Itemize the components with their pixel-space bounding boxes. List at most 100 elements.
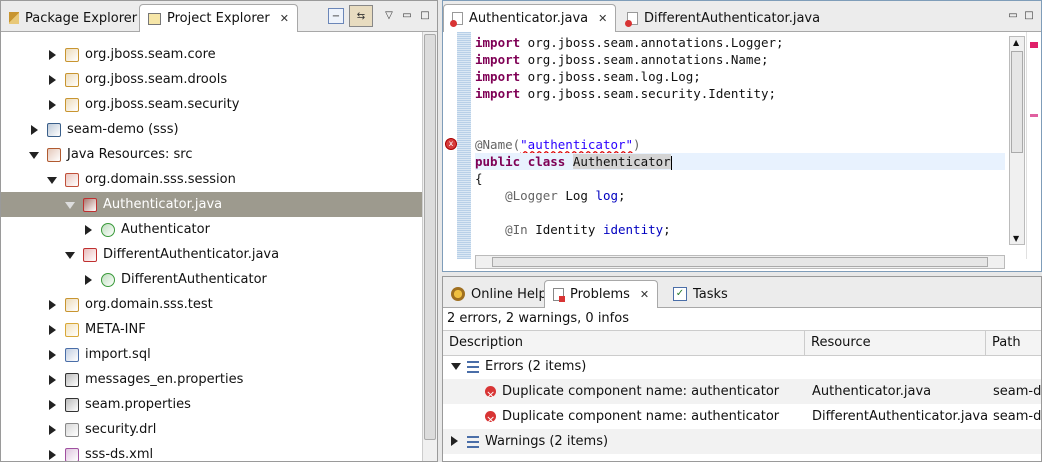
column-resource[interactable]: Resource: [805, 331, 986, 355]
tree-item[interactable]: org.jboss.seam.drools: [1, 67, 423, 92]
tree-scroll-thumb[interactable]: [424, 34, 436, 440]
collapsed-arrow-icon[interactable]: [29, 124, 39, 135]
package-icon: [65, 47, 79, 62]
properties-file-icon: [65, 372, 79, 387]
editor-scroll-thumb[interactable]: [1011, 51, 1023, 153]
collapsed-arrow-icon[interactable]: [47, 299, 57, 310]
tree-item[interactable]: Authenticator: [1, 217, 423, 242]
tree-item[interactable]: org.domain.sss.test: [1, 292, 423, 317]
close-icon[interactable]: ✕: [598, 12, 607, 25]
tab-problems[interactable]: Problems ✕: [544, 280, 659, 308]
text-file-icon: [65, 422, 79, 437]
tree-item[interactable]: DifferentAuthenticator: [1, 267, 423, 292]
tree-item-label: DifferentAuthenticator: [121, 272, 267, 287]
editor-horizontal-scrollbar[interactable]: [475, 255, 1005, 269]
package-icon: [65, 97, 79, 112]
project-icon: [47, 122, 61, 137]
tree-item[interactable]: seam.properties: [1, 392, 423, 417]
tree-item-label: org.jboss.seam.drools: [85, 72, 228, 87]
tree-item-label: import.sql: [85, 347, 151, 362]
tree-item[interactable]: Java Resources: src: [1, 142, 423, 167]
tree-item[interactable]: org.jboss.seam.security: [1, 92, 423, 117]
warnings-group-row[interactable]: Warnings (2 items): [443, 429, 1041, 454]
tree-item[interactable]: org.domain.sss.session: [1, 167, 423, 192]
collapse-arrow-icon[interactable]: [451, 436, 458, 446]
tree-item-label: Authenticator.java: [103, 197, 223, 212]
expanded-arrow-icon[interactable]: [65, 250, 75, 260]
tree-item[interactable]: META-INF: [1, 317, 423, 342]
collapsed-arrow-icon[interactable]: [47, 424, 57, 435]
tree-item-label: org.domain.sss.test: [85, 297, 213, 312]
maximize-icon[interactable]: □: [1021, 8, 1037, 24]
code-line: {: [475, 171, 483, 186]
error-icon: [485, 407, 496, 432]
view-menu-icon[interactable]: ▽: [381, 8, 397, 24]
editor-hscroll-thumb[interactable]: [492, 257, 988, 267]
tasks-icon: ✓: [673, 287, 687, 301]
tree-item[interactable]: sss-ds.xml: [1, 442, 423, 461]
editor-vertical-scrollbar[interactable]: ▲ ▼: [1009, 36, 1025, 245]
group-icon: [467, 360, 479, 373]
tree-item[interactable]: DifferentAuthenticator.java: [1, 242, 423, 267]
close-icon[interactable]: ✕: [280, 12, 289, 25]
scroll-down-icon[interactable]: ▼: [1013, 234, 1019, 243]
problem-row[interactable]: Duplicate component name: authenticator …: [443, 404, 1041, 432]
project-tree: org.jboss.seam.core org.jboss.seam.drools…: [1, 32, 423, 461]
problem-row[interactable]: Duplicate component name: authenticator …: [443, 379, 1041, 407]
expanded-arrow-icon[interactable]: [29, 150, 39, 160]
code-area[interactable]: import org.jboss.seam.annotations.Logger…: [475, 32, 1005, 247]
tab-package-explorer[interactable]: Package Explorer: [1, 5, 145, 31]
collapsed-arrow-icon[interactable]: [47, 324, 57, 335]
source-folder-icon: [47, 147, 61, 162]
java-editor: Authenticator.java ✕ DifferentAuthentica…: [442, 0, 1042, 272]
tab-online-help[interactable]: Online Help: [443, 281, 555, 307]
collapsed-arrow-icon[interactable]: [47, 74, 57, 85]
folder-icon: [65, 322, 79, 337]
minimize-icon[interactable]: ▭: [399, 8, 415, 24]
collapsed-arrow-icon[interactable]: [83, 274, 93, 285]
minimize-icon[interactable]: ▭: [1005, 8, 1021, 24]
tree-item[interactable]: seam-demo (sss): [1, 117, 423, 142]
tree-item[interactable]: security.drl: [1, 417, 423, 442]
tree-item[interactable]: import.sql: [1, 342, 423, 367]
collapsed-arrow-icon[interactable]: [47, 349, 57, 360]
maximize-icon[interactable]: □: [417, 8, 433, 24]
tab-authenticator-java[interactable]: Authenticator.java ✕: [443, 4, 617, 32]
collapsed-arrow-icon[interactable]: [47, 449, 57, 460]
collapse-all-icon[interactable]: −: [328, 8, 344, 24]
error-icon: [485, 382, 496, 407]
code-line-current: public class Authenticator: [475, 153, 1005, 170]
error-overview-mark[interactable]: [1030, 42, 1038, 48]
tab-project-explorer[interactable]: Project Explorer ✕: [139, 4, 298, 32]
column-path[interactable]: Path: [986, 331, 1041, 355]
column-description[interactable]: Description: [443, 331, 805, 355]
collapsed-arrow-icon[interactable]: [47, 99, 57, 110]
tree-scrollbar[interactable]: [422, 32, 437, 461]
expanded-arrow-icon[interactable]: [47, 175, 57, 185]
code-line: import org.jboss.seam.security.Identity;: [475, 86, 777, 101]
collapsed-arrow-icon[interactable]: [47, 374, 57, 385]
bottom-tab-bar: Online Help Problems ✕ ✓ Tasks: [443, 277, 1041, 308]
code-line: @Name("authenticator"): [475, 137, 641, 152]
link-with-editor-icon[interactable]: ⇆: [349, 5, 373, 27]
tree-item-label: seam-demo (sss): [67, 122, 179, 137]
error-marker-icon[interactable]: x: [445, 138, 457, 150]
errors-group-row[interactable]: Errors (2 items): [443, 354, 1041, 379]
tree-item[interactable]: org.jboss.seam.core: [1, 42, 423, 67]
code-line: import org.jboss.seam.log.Log;: [475, 69, 701, 84]
close-icon[interactable]: ✕: [640, 288, 649, 301]
overview-ruler: [1026, 32, 1041, 259]
tree-item[interactable]: messages_en.properties: [1, 367, 423, 392]
collapsed-arrow-icon[interactable]: [47, 399, 57, 410]
expanded-arrow-icon[interactable]: [65, 200, 75, 210]
collapsed-arrow-icon[interactable]: [47, 49, 57, 60]
expand-arrow-icon[interactable]: [451, 363, 461, 370]
tree-item[interactable]: Authenticator.java: [1, 192, 423, 217]
collapsed-arrow-icon[interactable]: [83, 224, 93, 235]
tab-tasks[interactable]: ✓ Tasks: [665, 281, 736, 307]
error-overview-mark[interactable]: [1030, 114, 1038, 117]
scroll-up-icon[interactable]: ▲: [1013, 38, 1019, 47]
project-explorer-view: Package Explorer Project Explorer ✕ − ⇆ …: [0, 0, 438, 462]
tab-differentauthenticator-java[interactable]: DifferentAuthenticator.java: [619, 5, 828, 31]
package-icon: [65, 72, 79, 87]
